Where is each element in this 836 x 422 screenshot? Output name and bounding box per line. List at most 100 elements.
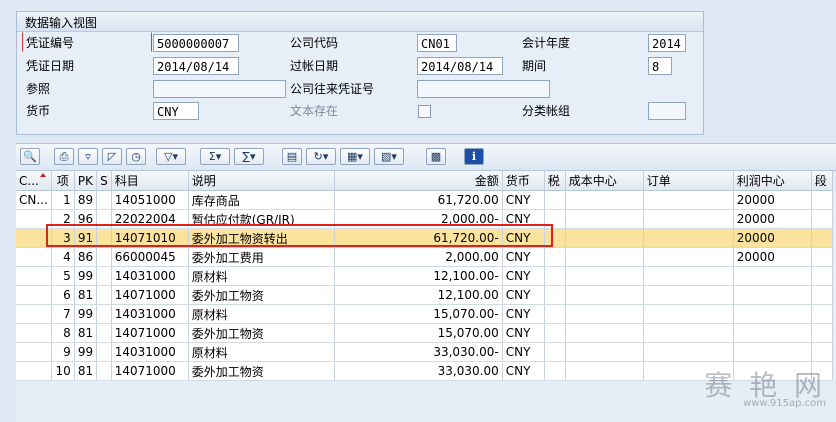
table-cell[interactable]: 12,100.00 (334, 285, 503, 305)
table-cell[interactable]: 14031000 (111, 342, 189, 362)
col-header-segment[interactable]: 段 (811, 171, 833, 191)
table-cell[interactable]: CNY (502, 361, 545, 381)
reference-field[interactable] (153, 80, 286, 98)
table-cell[interactable]: 4 (51, 247, 75, 267)
filter-icon[interactable]: ▿ (78, 148, 98, 165)
table-cell[interactable]: 暂估应付款(GR/IR) (188, 209, 335, 229)
table-cell[interactable]: 96 (74, 209, 98, 229)
table-cell[interactable]: CNY (502, 323, 545, 343)
table-cell[interactable]: 2,000.00- (334, 209, 503, 229)
table-cell[interactable] (811, 285, 833, 305)
table-cell[interactable] (96, 209, 112, 229)
table-cell[interactable]: CNY (502, 304, 545, 324)
table-cell[interactable]: 14071000 (111, 323, 189, 343)
table-cell[interactable] (565, 247, 644, 267)
text-exists-checkbox[interactable] (418, 105, 431, 118)
table-cell[interactable] (96, 190, 112, 210)
table-cell[interactable] (565, 323, 644, 343)
print-icon[interactable]: ⎙ (54, 148, 74, 165)
table-cell[interactable] (544, 209, 566, 229)
table-cell[interactable] (643, 209, 734, 229)
table-cell[interactable] (544, 228, 566, 248)
table-cell[interactable] (643, 190, 734, 210)
table-cell[interactable]: CNY (502, 285, 545, 305)
table-row[interactable]: 4 86 66000045 委外加工费用 2,000.00 CNY 20000 (16, 247, 833, 267)
print-preview-icon[interactable]: ▤ (282, 148, 302, 165)
details-icon[interactable]: 🔍 (20, 148, 40, 165)
table-cell[interactable]: 委外加工物资 (188, 285, 335, 305)
table-cell[interactable] (544, 342, 566, 362)
table-cell[interactable]: 81 (74, 323, 98, 343)
table-cell[interactable] (565, 285, 644, 305)
table-cell[interactable]: 2 (51, 209, 75, 229)
table-cell[interactable] (733, 304, 812, 324)
table-cell[interactable] (811, 247, 833, 267)
table-cell[interactable]: 66000045 (111, 247, 189, 267)
table-cell[interactable] (96, 342, 112, 362)
table-cell[interactable]: 库存商品 (188, 190, 335, 210)
table-cell[interactable]: CNY (502, 228, 545, 248)
table-cell[interactable]: 14031000 (111, 304, 189, 324)
company-code-field[interactable]: CN01 (417, 34, 457, 52)
col-header-account[interactable]: 科目 (111, 171, 189, 191)
table-row[interactable]: 6 81 14071000 委外加工物资 12,100.00 CNY (16, 285, 833, 305)
table-cell[interactable]: 20000 (733, 247, 812, 267)
table-cell[interactable] (811, 209, 833, 229)
table-cell[interactable] (96, 228, 112, 248)
table-cell[interactable] (565, 304, 644, 324)
table-cell[interactable] (16, 304, 52, 324)
table-cell[interactable]: CNY (502, 209, 545, 229)
table-cell[interactable] (643, 228, 734, 248)
col-header-s[interactable]: S (96, 171, 112, 191)
table-cell[interactable]: 33,030.00 (334, 361, 503, 381)
table-cell[interactable] (544, 285, 566, 305)
table-row[interactable]: 8 81 14071000 委外加工物资 15,070.00 CNY (16, 323, 833, 343)
table-cell[interactable] (96, 304, 112, 324)
table-cell[interactable] (811, 342, 833, 362)
table-cell[interactable] (811, 266, 833, 286)
table-cell[interactable] (643, 342, 734, 362)
table-cell[interactable] (16, 323, 52, 343)
cross-company-field[interactable] (417, 80, 550, 98)
table-cell[interactable] (16, 285, 52, 305)
export-icon[interactable]: ↻▾ (306, 148, 336, 165)
sum-icon[interactable]: Σ▾ (200, 148, 230, 165)
table-cell[interactable] (16, 266, 52, 286)
table-cell[interactable]: 14071000 (111, 361, 189, 381)
table-cell[interactable]: 委外加工物资转出 (188, 228, 335, 248)
table-cell[interactable] (544, 266, 566, 286)
table-cell[interactable] (16, 228, 52, 248)
voucher-no-field[interactable]: 5000000007 (153, 34, 239, 52)
table-cell[interactable] (16, 342, 52, 362)
table-cell[interactable]: 20000 (733, 190, 812, 210)
table-cell[interactable]: 原材料 (188, 342, 335, 362)
info-icon[interactable]: i (464, 148, 484, 165)
col-header-pk[interactable]: PK (74, 171, 98, 191)
col-header-tax[interactable]: 税 (544, 171, 566, 191)
table-cell[interactable]: 原材料 (188, 266, 335, 286)
table-cell[interactable]: CNY (502, 266, 545, 286)
table-cell[interactable]: 14051000 (111, 190, 189, 210)
col-header-description[interactable]: 说明 (188, 171, 335, 191)
graphic-icon[interactable]: ▩ (426, 148, 446, 165)
table-cell[interactable]: 20000 (733, 209, 812, 229)
table-cell[interactable] (16, 247, 52, 267)
currency-field[interactable]: CNY (153, 102, 199, 120)
table-cell[interactable] (733, 266, 812, 286)
layout-icon[interactable]: ▧▾ (374, 148, 404, 165)
doc-date-field[interactable]: 2014/08/14 (153, 57, 239, 75)
table-cell[interactable]: 99 (74, 342, 98, 362)
fiscal-year-field[interactable]: 2014 (648, 34, 686, 52)
table-cell[interactable] (96, 285, 112, 305)
table-cell[interactable]: CNY (502, 247, 545, 267)
table-row[interactable]: 2 96 22022004 暂估应付款(GR/IR) 2,000.00- CNY 20000 (16, 209, 833, 229)
table-cell[interactable] (565, 342, 644, 362)
view-icon[interactable]: ▦▾ (340, 148, 370, 165)
table-cell[interactable] (16, 209, 52, 229)
table-cell[interactable]: CNY (502, 342, 545, 362)
table-cell[interactable]: 22022004 (111, 209, 189, 229)
table-cell[interactable] (565, 209, 644, 229)
table-row[interactable]: CN... 1 89 14051000 库存商品 61,720.00 CNY 20000 (16, 190, 833, 210)
table-cell[interactable]: 81 (74, 361, 98, 381)
table-cell[interactable]: 12,100.00- (334, 266, 503, 286)
